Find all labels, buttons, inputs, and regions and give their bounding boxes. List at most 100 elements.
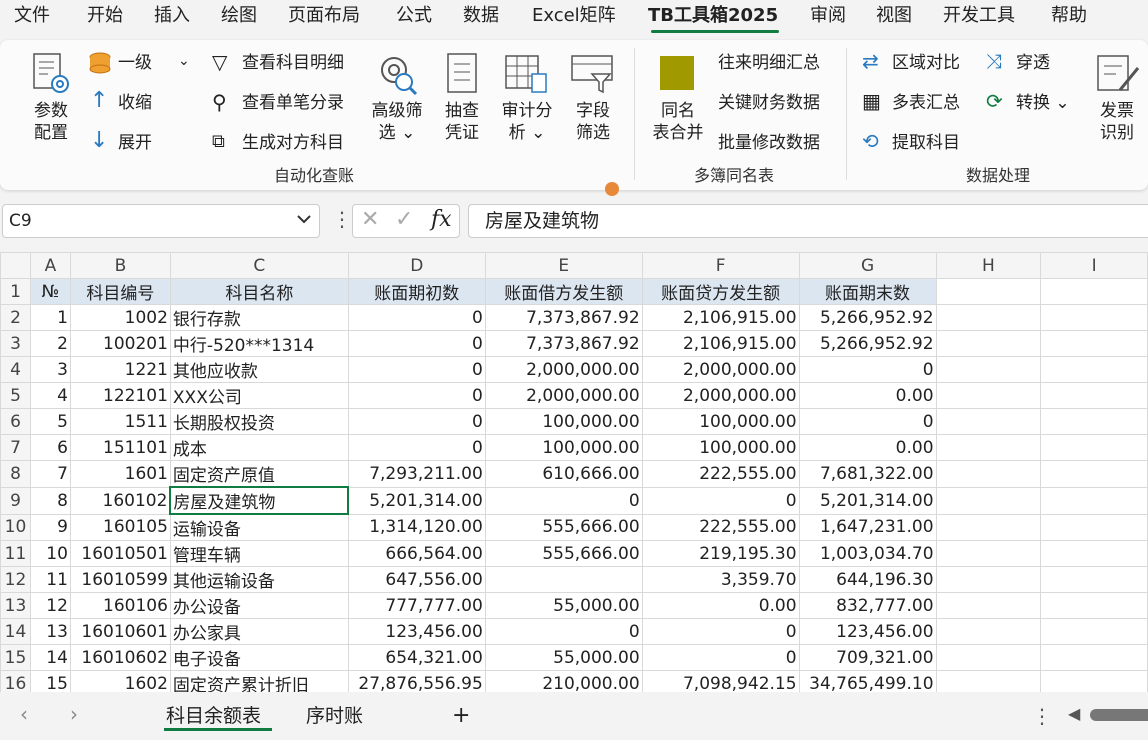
cell[interactable]: 固定资产原值 <box>169 460 349 488</box>
advanced-filter-button[interactable]: 高级筛 选 ⌄ <box>368 50 426 160</box>
chevron-left-icon[interactable]: ‹ <box>20 702 28 726</box>
invoice-recognize-button[interactable]: 发票 识别 <box>1092 50 1142 160</box>
row-header[interactable]: 9 <box>0 486 31 515</box>
cell[interactable]: 9 <box>29 513 71 541</box>
cell[interactable]: 中行-520***1314 <box>169 330 349 357</box>
cell[interactable]: 0 <box>347 382 486 409</box>
cell[interactable]: 0 <box>484 618 643 645</box>
horizontal-scrollbar[interactable] <box>1090 709 1148 721</box>
cell[interactable]: 1,003,034.70 <box>798 540 937 567</box>
cell[interactable]: 123,456.00 <box>798 618 937 645</box>
row-header[interactable]: 8 <box>0 460 31 488</box>
cell[interactable]: 1,314,120.00 <box>347 513 486 541</box>
column-header[interactable]: C <box>169 252 349 279</box>
cell[interactable]: 房屋及建筑物 <box>169 486 350 515</box>
sample-voucher-button[interactable]: 抽查 凭证 <box>438 50 486 160</box>
cell[interactable]: 银行存款 <box>169 304 349 331</box>
ar-ap-summary-button[interactable]: 往来明细汇总 <box>718 52 820 74</box>
cell[interactable]: 34,765,499.10 <box>798 670 937 692</box>
cell[interactable]: 151101 <box>69 434 171 461</box>
cell[interactable] <box>484 566 643 593</box>
cell[interactable]: 5,266,952.92 <box>798 304 937 331</box>
menu-review[interactable]: 审阅 <box>810 4 846 28</box>
cell[interactable] <box>935 460 1042 488</box>
cell[interactable] <box>1040 408 1148 435</box>
audit-analysis-button[interactable]: 审计分 析 ⌄ <box>498 50 556 160</box>
cell[interactable]: 654,321.00 <box>347 644 486 671</box>
header-cell[interactable]: 科目编号 <box>69 278 171 305</box>
menu-page-layout[interactable]: 页面布局 <box>288 4 360 28</box>
cell[interactable]: 0 <box>347 330 486 357</box>
multi-table-sum-button[interactable]: ▦ 多表汇总 <box>862 90 972 116</box>
sheet-tab-journal[interactable]: 序时账 <box>306 702 363 730</box>
cell[interactable]: 0 <box>798 356 937 383</box>
cell[interactable]: 其他运输设备 <box>169 566 349 593</box>
column-header[interactable]: F <box>641 252 800 279</box>
cell[interactable] <box>1040 644 1148 671</box>
menu-file[interactable]: 文件 <box>14 4 50 28</box>
cell[interactable]: 5,201,314.00 <box>798 486 937 515</box>
row-header[interactable]: 12 <box>0 566 31 593</box>
cell[interactable] <box>935 330 1042 357</box>
cell[interactable] <box>1040 382 1148 409</box>
region-compare-button[interactable]: ⇄ 区域对比 <box>862 50 972 76</box>
column-header[interactable]: A <box>29 252 71 279</box>
cell[interactable]: 8 <box>29 486 71 515</box>
row-header[interactable]: 11 <box>0 540 31 567</box>
cell[interactable]: 4 <box>29 382 71 409</box>
cell[interactable]: 1511 <box>69 408 171 435</box>
cell[interactable]: 16010501 <box>69 540 171 567</box>
drill-through-button[interactable]: ⤨ 穿透 <box>986 50 1066 76</box>
cell[interactable] <box>935 486 1042 515</box>
column-header[interactable]: D <box>347 252 486 279</box>
cell[interactable]: 0 <box>484 486 643 515</box>
cell[interactable]: 3 <box>29 356 71 383</box>
cell[interactable]: 0.00 <box>641 592 800 619</box>
cell[interactable]: 222,555.00 <box>641 513 800 541</box>
cell[interactable]: 2,000,000.00 <box>641 356 800 383</box>
cell[interactable] <box>935 382 1042 409</box>
menu-help[interactable]: 帮助 <box>1051 4 1087 28</box>
cell[interactable] <box>935 644 1042 671</box>
cell[interactable]: 100201 <box>69 330 171 357</box>
convert-dropdown[interactable]: ⟳ 转换 ⌄ <box>986 90 1076 116</box>
cell[interactable]: 16010602 <box>69 644 171 671</box>
column-header[interactable]: H <box>935 252 1042 279</box>
field-filter-button[interactable]: 字段 筛选 <box>566 50 620 160</box>
cell[interactable]: 3,359.70 <box>641 566 800 593</box>
cell[interactable]: 777,777.00 <box>347 592 486 619</box>
cell[interactable]: 0.00 <box>798 434 937 461</box>
level1-dropdown[interactable]: 一级 ⌄ <box>88 50 198 76</box>
header-cell[interactable]: 账面贷方发生额 <box>641 278 800 305</box>
menu-tb-toolbox[interactable]: TB工具箱2025 <box>648 4 778 28</box>
header-cell[interactable]: 账面借方发生额 <box>484 278 643 305</box>
menu-excel-matrix[interactable]: Excel矩阵 <box>532 4 616 28</box>
row-header[interactable]: 16 <box>0 670 31 692</box>
cell[interactable]: 647,556.00 <box>347 566 486 593</box>
extract-subject-button[interactable]: ⟲ 提取科目 <box>862 130 972 156</box>
cell[interactable]: 7,681,322.00 <box>798 460 937 488</box>
cell[interactable] <box>1040 278 1148 305</box>
cell[interactable]: 7,098,942.15 <box>641 670 800 692</box>
cell[interactable]: 2,000,000.00 <box>484 382 643 409</box>
menu-view[interactable]: 视图 <box>876 4 912 28</box>
cell[interactable]: 0 <box>641 486 800 515</box>
cell[interactable]: 5,201,314.00 <box>347 486 486 515</box>
cell[interactable]: 0.00 <box>798 382 937 409</box>
cell[interactable]: 5,266,952.92 <box>798 330 937 357</box>
cell[interactable]: 7,293,211.00 <box>347 460 486 488</box>
row-header[interactable]: 3 <box>0 330 31 357</box>
gen-counter-subject-button[interactable]: ⧉ 生成对方科目 <box>212 130 352 156</box>
row-header[interactable]: 4 <box>0 356 31 383</box>
cell[interactable]: 成本 <box>169 434 349 461</box>
column-header[interactable]: G <box>798 252 937 279</box>
batch-modify-button[interactable]: 批量修改数据 <box>718 132 820 154</box>
cell[interactable]: 13 <box>29 618 71 645</box>
cell[interactable]: 0 <box>347 356 486 383</box>
row-header[interactable]: 5 <box>0 382 31 409</box>
cell[interactable]: 644,196.30 <box>798 566 937 593</box>
cell[interactable]: 2,000,000.00 <box>641 382 800 409</box>
cancel-icon[interactable]: ✕ <box>361 207 379 232</box>
cell[interactable] <box>1040 434 1148 461</box>
cell[interactable]: 0 <box>347 434 486 461</box>
